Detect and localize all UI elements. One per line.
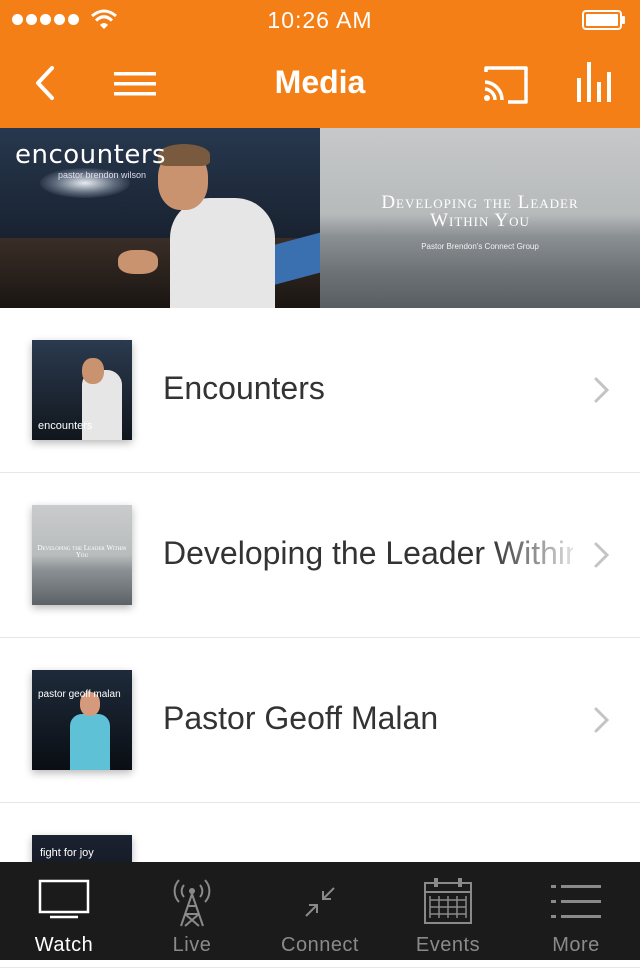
- battery-icon: [582, 10, 625, 30]
- tab-more[interactable]: More: [512, 862, 640, 960]
- tab-events[interactable]: Events: [384, 862, 512, 960]
- chevron-right-icon: [594, 542, 610, 568]
- tab-label: Events: [415, 934, 481, 956]
- tab-label: Live: [172, 934, 212, 956]
- tab-label: Watch: [34, 934, 94, 956]
- tab-label: More: [552, 934, 600, 956]
- broadcast-tower-icon: [173, 879, 211, 927]
- featured-banner[interactable]: encounters pastor brendon wilson Develop…: [0, 128, 640, 308]
- thumbnail-encounters: encounters: [32, 340, 132, 440]
- tab-watch[interactable]: Watch: [0, 862, 128, 960]
- list-item-pastor-geoff-malan[interactable]: pastor geoff malan Pastor Geoff Malan: [0, 638, 640, 803]
- banner-developing-leader-subtitle: Pastor Brendon's Connect Group: [421, 242, 539, 251]
- list-item-label: Pastor Geoff Malan: [163, 700, 439, 736]
- calendar-icon: [424, 878, 472, 924]
- banner-developing-leader-title: Developing the Leader Within You: [381, 192, 579, 231]
- tab-live[interactable]: Live: [128, 862, 256, 960]
- navigation-bar: Media: [0, 40, 640, 128]
- tab-label: Connect: [281, 934, 359, 956]
- equalizer-button[interactable]: [574, 58, 614, 108]
- page-title: Media: [274, 64, 366, 100]
- connect-arrows-icon: [305, 887, 335, 917]
- chevron-right-icon: [594, 377, 610, 403]
- tab-bar: Watch Live Connect Events More: [0, 862, 640, 960]
- banner-encounters-title: encounters: [15, 140, 167, 170]
- list-item-label: Encounters: [163, 370, 325, 406]
- list-item-encounters[interactable]: encounters Encounters: [0, 308, 640, 473]
- status-time: 10:26 AM: [267, 7, 373, 33]
- list-item-label: Developing the Leader Within You: [163, 535, 573, 571]
- cast-button[interactable]: [480, 58, 530, 108]
- thumbnail-developing-leader: Developing the Leader Within You: [32, 505, 132, 605]
- chevron-right-icon: [594, 707, 610, 733]
- list-item-developing-leader[interactable]: Developing the Leader Within You Develop…: [0, 473, 640, 638]
- thumbnail-pastor-geoff-malan: pastor geoff malan: [32, 670, 132, 770]
- status-bar: 10:26 AM: [0, 0, 640, 40]
- banner-encounters-subtitle: pastor brendon wilson: [58, 170, 147, 180]
- banner-developing-leader[interactable]: Developing the Leader Within You Pastor B…: [320, 128, 640, 308]
- tab-connect[interactable]: Connect: [256, 862, 384, 960]
- tv-icon: [38, 879, 90, 919]
- banner-encounters[interactable]: encounters pastor brendon wilson: [0, 128, 320, 308]
- list-icon: [551, 885, 601, 918]
